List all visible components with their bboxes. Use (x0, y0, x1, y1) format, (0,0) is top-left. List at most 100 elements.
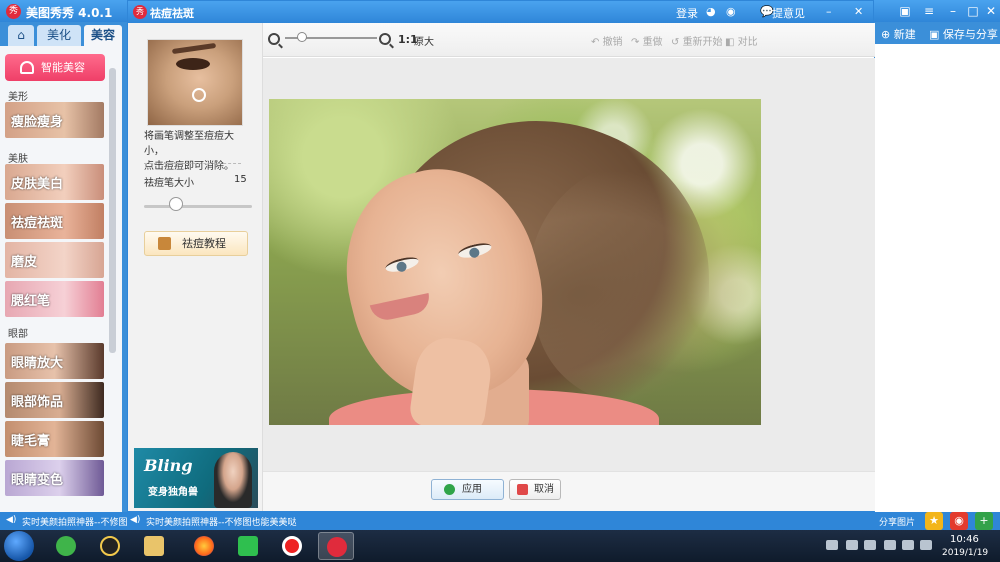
photo-canvas[interactable] (269, 99, 761, 425)
taskbar-app-video[interactable] (230, 532, 266, 560)
brush-size-slider-thumb[interactable] (169, 197, 184, 211)
canvas[interactable] (263, 58, 875, 471)
left-scrollbar[interactable] (109, 68, 116, 353)
redo-label: 重做 (642, 37, 663, 48)
undo-button[interactable]: ↶ 撤销 (591, 33, 623, 48)
brush-size-slider[interactable] (144, 205, 252, 208)
ticker-1[interactable]: 实时美颜拍照神器--不修图 (22, 515, 128, 528)
speaker-icon: ◀) (130, 515, 141, 525)
tool-label: 眼睛变色 (11, 473, 64, 488)
tool-label: 眼部饰品 (11, 395, 64, 410)
zoom-out-icon[interactable] (268, 33, 280, 45)
cancel-label: 取消 (534, 484, 554, 495)
smart-cosmetic-button[interactable]: 智能美容 (5, 54, 105, 81)
dialog-close-button[interactable]: ✕ (854, 5, 863, 18)
weibo-share-icon[interactable]: ◉ (950, 512, 968, 530)
thumb-eye (176, 58, 210, 70)
taskbar-app-recorder[interactable] (274, 532, 310, 560)
taskbar-app-qq[interactable] (92, 532, 128, 560)
tab-bar: ⌂ 美化 美容 (0, 22, 122, 46)
tool-eye-accessory[interactable]: 眼部饰品 (5, 382, 104, 418)
acne-tutorial-button[interactable]: 祛痘教程 (144, 231, 248, 256)
section-shape: 美形 (8, 92, 28, 103)
menu-icon[interactable]: ≡ (919, 2, 939, 20)
main-window-controls: ▣ ≡ – □ ✕ (875, 0, 1000, 22)
app-logo: 秀 (6, 4, 21, 19)
compare-button[interactable]: ◧ 对比 (725, 33, 758, 48)
start-button[interactable] (4, 531, 34, 561)
clock-time[interactable]: 10:46 (950, 534, 979, 545)
thumb-brow (171, 42, 217, 55)
new-label: 新建 (893, 28, 916, 41)
tab-home[interactable]: ⌂ (8, 25, 34, 46)
taskbar-app-explorer[interactable] (136, 532, 172, 560)
tool-slim-face[interactable]: 瘦脸瘦身 (5, 102, 104, 138)
apply-button[interactable]: 应用 (431, 479, 504, 500)
tab-cosmetic[interactable]: 美容 (84, 25, 122, 46)
login-link[interactable]: 登录 (676, 5, 698, 21)
ad-subtitle: 变身独角兽 (148, 487, 198, 498)
tool-skin-smoothing[interactable]: 磨皮 (5, 242, 104, 278)
save-icon: ▣ (929, 28, 940, 41)
new-button[interactable]: ⊕ 新建 (881, 26, 916, 42)
check-icon (444, 484, 455, 495)
preview-thumbnail (147, 39, 243, 126)
skin-icon[interactable]: ▣ (895, 2, 915, 20)
ad-banner[interactable]: Bling 变身独角兽 (134, 448, 258, 508)
qq-icon[interactable]: ◕ (706, 5, 716, 18)
cancel-button[interactable]: 取消 (509, 479, 561, 500)
undo-label: 撤销 (602, 37, 623, 48)
maximize-button[interactable]: □ (963, 2, 983, 20)
taskbar-app-meitu[interactable] (318, 532, 354, 560)
brush-size-label: 祛痘笔大小 (144, 178, 194, 189)
add-share-icon[interactable]: + (975, 512, 993, 530)
original-size-label[interactable]: 原大 (414, 33, 434, 48)
keyboard-icon[interactable] (826, 540, 838, 550)
tray-flag-icon[interactable] (864, 540, 876, 550)
tab-beautify[interactable]: 美化 (37, 25, 81, 46)
minimize-button[interactable]: – (943, 2, 963, 20)
cancel-icon (517, 484, 528, 495)
input-method-icon[interactable] (920, 540, 932, 550)
dialog-titlebar: 秀 祛痘祛斑 登录 ◕ ◉ 💬 提意见 – ✕ (128, 1, 873, 23)
volume-icon[interactable] (902, 540, 914, 550)
taskbar-app-firefox[interactable] (186, 532, 222, 560)
weibo-icon[interactable]: ◉ (726, 5, 736, 18)
taskbar-app-360[interactable] (48, 532, 84, 560)
close-button[interactable]: ✕ (981, 2, 1000, 20)
feedback-link[interactable]: 提意见 (772, 5, 805, 21)
home-icon: ⌂ (17, 28, 25, 42)
dialog-minimize-button[interactable]: – (826, 5, 832, 18)
status-bar: ◀) 实时美颜拍照神器--不修图 ◀) 实时美颜拍照神器--不修图也能美美哒 分… (0, 512, 1000, 530)
divider (144, 163, 241, 164)
photo-right-eye (456, 240, 493, 261)
box-icon (158, 237, 171, 250)
app-title: 美图秀秀 4.0.1 (26, 6, 113, 20)
tool-whitening[interactable]: 皮肤美白 (5, 164, 104, 200)
network-icon[interactable] (884, 540, 896, 550)
restart-label: 重新开始 (682, 37, 723, 48)
tool-blush[interactable]: 腮红笔 (5, 281, 104, 317)
restart-button[interactable]: ↺ 重新开始 (671, 33, 723, 48)
section-skin: 美肤 (8, 154, 28, 165)
tray-arrow-icon[interactable] (846, 540, 858, 550)
tool-mascara[interactable]: 睫毛膏 (5, 421, 104, 457)
left-panel: ⌂ 美化 美容 智能美容 美形 瘦脸瘦身 美肤 皮肤美白 祛痘祛斑 磨皮 腮红笔… (0, 22, 122, 512)
acne-removal-dialog: 秀 祛痘祛斑 登录 ◕ ◉ 💬 提意见 – ✕ 将画笔调整至痘痘大小， 点击痘痘… (127, 0, 875, 512)
ad-title: Bling (144, 456, 193, 475)
zoom-slider-thumb[interactable] (296, 32, 307, 42)
redo-button[interactable]: ↷ 重做 (631, 33, 663, 48)
tool-eye-color[interactable]: 眼睛变色 (5, 460, 104, 496)
editor-toolbar: 1:1 原大 ↶ 撤销 ↷ 重做 ↺ 重新开始 ◧ 对比 (263, 23, 875, 57)
ticker-2[interactable]: 实时美颜拍照神器--不修图也能美美哒 (146, 515, 297, 528)
instruction-line-2: 点击痘痘即可消除。 (144, 161, 234, 172)
zoom-in-icon[interactable] (379, 33, 391, 45)
right-toolbar: ⊕ 新建 ▣ 保存与分享 (875, 22, 1000, 44)
star-icon[interactable]: ★ (925, 512, 943, 530)
clock-date[interactable]: 2019/1/19 (942, 548, 988, 558)
tool-eye-enlarge[interactable]: 眼睛放大 (5, 343, 104, 379)
save-share-button[interactable]: ▣ 保存与分享 (929, 26, 998, 42)
tool-label: 眼睛放大 (11, 356, 64, 371)
tool-acne-removal[interactable]: 祛痘祛斑 (5, 203, 104, 239)
dialog-title: 祛痘祛斑 (150, 7, 194, 20)
